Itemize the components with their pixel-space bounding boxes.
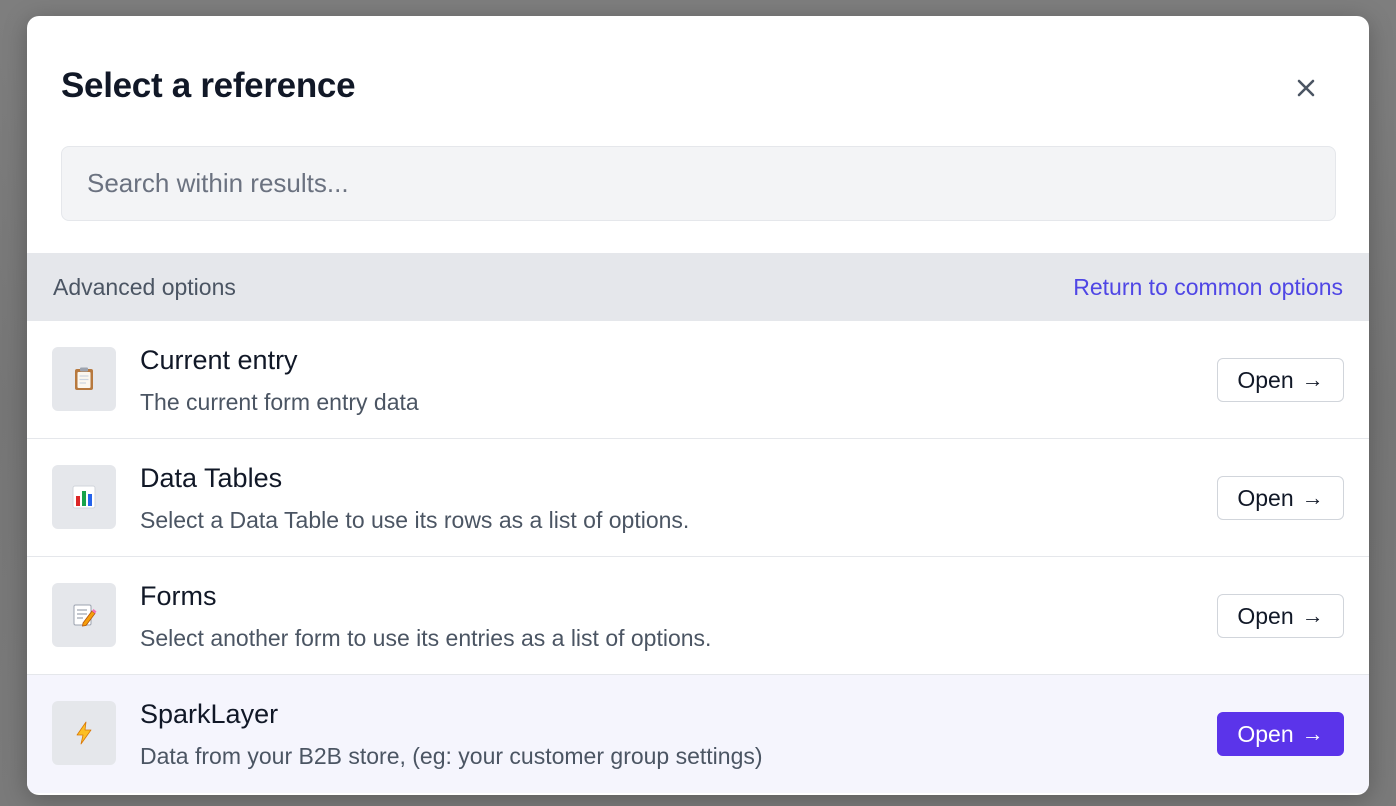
option-description: Select a Data Table to use its rows as a…: [140, 507, 690, 533]
option-forms[interactable]: Forms Select another form to use its ent…: [27, 557, 1369, 675]
arrow-right-icon: →: [1301, 485, 1324, 510]
option-description: Select another form to use its entries a…: [140, 625, 712, 651]
arrow-right-icon: →: [1301, 721, 1324, 746]
bar-chart-icon: [72, 485, 96, 509]
option-data-tables[interactable]: Data Tables Select a Data Table to use i…: [27, 439, 1369, 557]
open-data-tables-button[interactable]: Open →: [1217, 476, 1344, 520]
clipboard-icon: [75, 367, 93, 390]
close-button[interactable]: [1289, 71, 1323, 105]
option-icon-container: [52, 347, 116, 411]
option-icon-container: [52, 465, 116, 529]
dialog-header: Select a reference: [27, 16, 1369, 146]
section-header: Advanced options Return to common option…: [27, 253, 1369, 321]
option-title: Data Tables: [140, 463, 283, 493]
open-sparklayer-button[interactable]: Open →: [1217, 712, 1344, 756]
open-forms-button[interactable]: Open →: [1217, 594, 1344, 638]
dialog-title: Select a reference: [61, 66, 356, 105]
option-title: SparkLayer: [140, 699, 279, 729]
open-button-label: Open: [1237, 366, 1294, 393]
search-input[interactable]: [61, 146, 1336, 221]
arrow-right-icon: →: [1301, 367, 1324, 392]
lightning-icon: [76, 721, 92, 745]
open-button-label: Open: [1237, 602, 1294, 629]
option-current-entry[interactable]: Current entry The current form entry dat…: [27, 321, 1369, 439]
arrow-right-icon: →: [1301, 603, 1324, 628]
open-current-entry-button[interactable]: Open →: [1217, 358, 1344, 402]
option-sparklayer[interactable]: SparkLayer Data from your B2B store, (eg…: [27, 675, 1369, 793]
option-icon-container: [52, 583, 116, 647]
option-title: Forms: [140, 581, 217, 611]
memo-icon: [73, 604, 97, 627]
option-title: Current entry: [140, 345, 298, 375]
section-title: Advanced options: [53, 273, 236, 300]
select-reference-dialog: Select a reference Advanced options Retu…: [27, 16, 1369, 795]
option-icon-container: [52, 701, 116, 765]
return-to-common-options-link[interactable]: Return to common options: [1073, 274, 1343, 301]
close-icon: [1297, 79, 1315, 97]
open-button-label: Open: [1237, 720, 1294, 747]
reference-options-list: Current entry The current form entry dat…: [27, 321, 1369, 793]
open-button-label: Open: [1237, 484, 1294, 511]
option-description: Data from your B2B store, (eg: your cust…: [140, 743, 763, 769]
option-description: The current form entry data: [140, 389, 419, 415]
